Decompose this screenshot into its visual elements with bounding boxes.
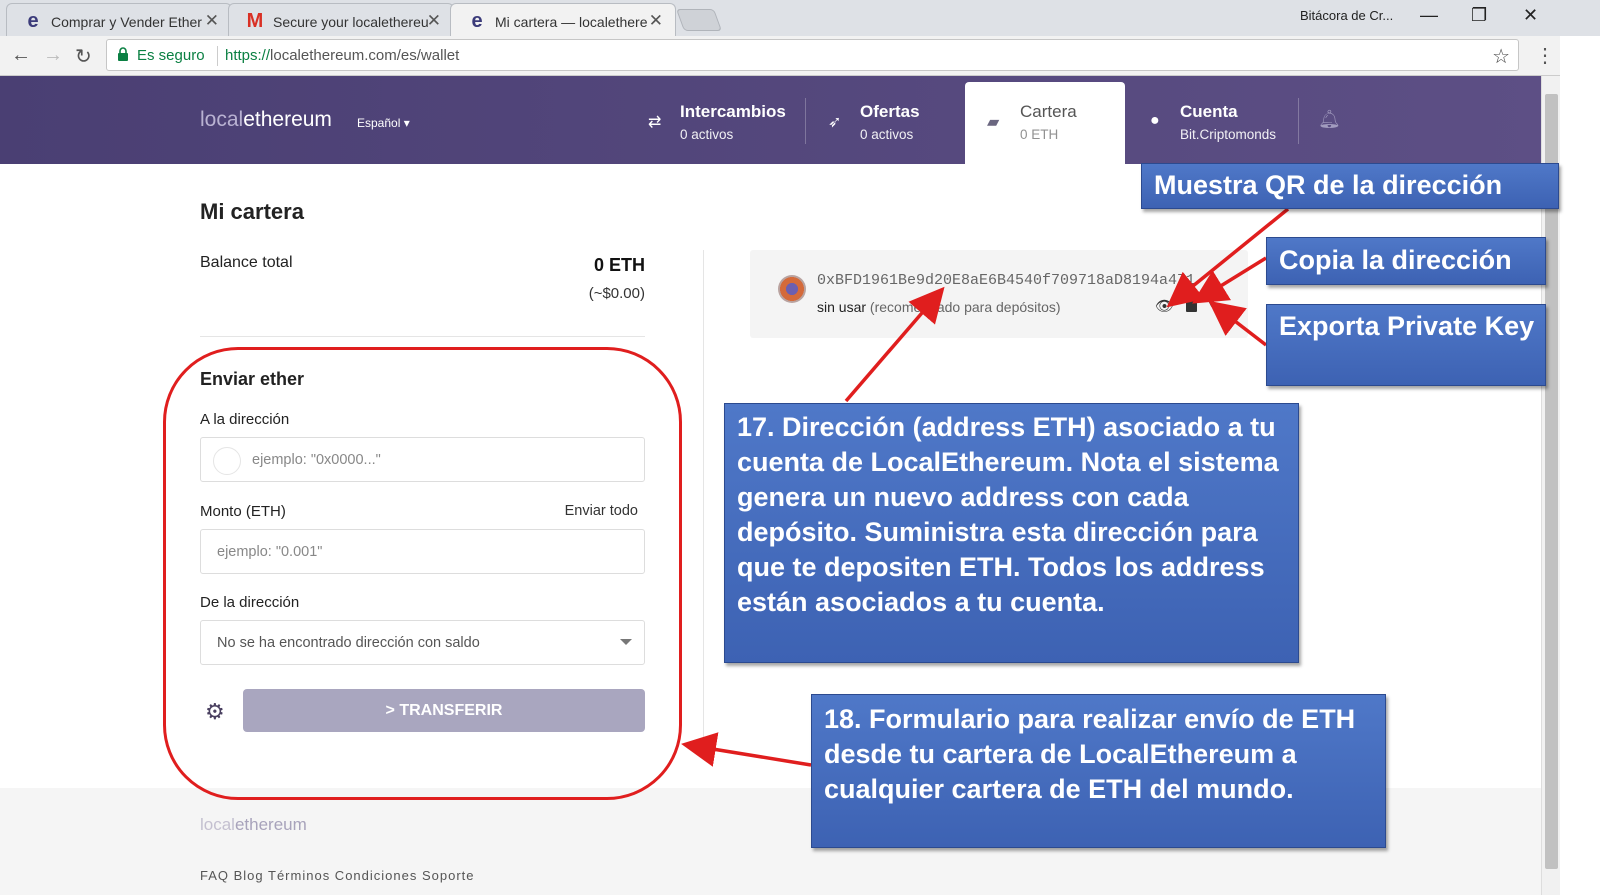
logo-ethereum: ethereum	[243, 108, 332, 131]
omnibox-divider	[217, 46, 218, 66]
profile-name[interactable]: Bitácora de Cr...	[1300, 8, 1393, 23]
footer-logo-local: local	[200, 815, 235, 834]
footer-logo[interactable]: localethereum	[200, 815, 307, 835]
nav-account-title: Cuenta	[1180, 102, 1238, 121]
back-icon[interactable]: ←	[11, 44, 31, 67]
address-identicon	[778, 275, 806, 303]
callout-address-note: 17. Dirección (address ETH) asociado a t…	[724, 403, 1299, 663]
callout-qr: Muestra QR de la dirección	[1141, 163, 1559, 209]
eye-icon[interactable]: 👁︎	[1155, 297, 1174, 315]
account-icon: ●	[1150, 112, 1160, 129]
nav-wallet-sub: 0 ETH	[1020, 127, 1059, 142]
reload-icon[interactable]: ↻	[75, 44, 92, 69]
nav-account-sub: Bit.Criptomonds	[1180, 127, 1277, 142]
address-status-note: (recomendado para depósitos)	[869, 299, 1061, 315]
nav-offers[interactable]: ➶ Ofertas 0 activos	[820, 76, 960, 164]
nav-divider	[805, 98, 806, 144]
trades-icon: ⇄	[648, 114, 662, 131]
tab-title: Mi cartera — localethere	[495, 14, 648, 30]
nav-trades-title: Intercambios	[680, 102, 786, 121]
restore-icon[interactable]: ❐	[1471, 5, 1487, 26]
balance-value: 0 ETH	[593, 255, 645, 275]
language-selector[interactable]: Español ▾	[357, 116, 410, 130]
nav-offers-title: Ofertas	[860, 102, 920, 121]
callout-copy: Copia la dirección	[1266, 237, 1546, 285]
minimize-icon[interactable]: —	[1420, 5, 1438, 26]
tab-mi-cartera[interactable]: e Mi cartera — localethere ✕	[450, 3, 676, 36]
window-edge	[1560, 36, 1600, 895]
star-icon[interactable]: ☆	[1492, 44, 1510, 69]
nav-wallet-title: Cartera	[1020, 102, 1077, 121]
gmail-favicon-icon: M	[246, 10, 264, 32]
tab-close-icon[interactable]: ✕	[649, 11, 663, 31]
offers-icon: ➶	[828, 114, 842, 131]
browser-toolbar: ← → ↻ Es seguro https://localethereum.co…	[0, 36, 1600, 76]
balance-label: Balance total	[200, 254, 293, 271]
url-scheme: https://	[225, 47, 271, 64]
tab-close-icon[interactable]: ✕	[427, 11, 441, 31]
arrow-18	[681, 732, 812, 767]
url-text[interactable]: https://localethereum.com/es/wallet	[225, 47, 459, 64]
site-logo[interactable]: localethereum	[200, 108, 332, 132]
new-tab-button[interactable]	[675, 9, 723, 31]
secure-label: Es seguro	[137, 47, 205, 64]
address-status-value: sin usar	[817, 299, 867, 315]
nav-offers-sub: 0 activos	[860, 127, 914, 142]
wallet-icon: ▰	[987, 114, 1000, 131]
nav-trades-sub: 0 activos	[680, 127, 734, 142]
nav-trades[interactable]: ⇄ Intercambios 0 activos	[640, 76, 805, 164]
chevron-down-icon[interactable]: ▾	[1208, 295, 1215, 311]
localethereum-favicon-icon: e	[471, 10, 483, 32]
browser-menu-icon[interactable]: ⋮	[1535, 43, 1555, 68]
nav-divider	[1298, 98, 1299, 144]
divider	[200, 336, 645, 337]
tab-secure[interactable]: M Secure your localethereu ✕	[228, 3, 454, 36]
logo-local: local	[200, 108, 244, 131]
address-bar[interactable]: Es seguro https://localethereum.com/es/w…	[106, 39, 1519, 71]
callout-export: Exporta Private Key	[1266, 304, 1546, 386]
footer-logo-ethereum: ethereum	[234, 815, 307, 834]
scrollbar-thumb[interactable]	[1545, 94, 1558, 869]
highlight-oval	[163, 347, 682, 800]
tab-title: Comprar y Vender Ether	[51, 14, 202, 30]
localethereum-favicon-icon: e	[27, 10, 39, 32]
tab-comprar[interactable]: e Comprar y Vender Ether ✕	[6, 3, 232, 36]
notifications-button[interactable]: 🔔︎	[1318, 76, 1348, 164]
column-divider	[703, 250, 704, 745]
address-status: sin usar (recomendado para depósitos)	[817, 299, 1061, 315]
url-path: localethereum.com/es/wallet	[270, 47, 460, 64]
tab-title: Secure your localethereu	[273, 14, 429, 30]
wallet-address[interactable]: 0xBFD1961Be9d20E8aE6B4540f709718aD8194a4…	[817, 272, 1195, 289]
footer-links[interactable]: FAQ Blog Términos Condiciones Soporte	[200, 868, 475, 883]
bell-icon: 🔔︎	[1318, 109, 1341, 129]
close-window-icon[interactable]: ✕	[1523, 5, 1538, 26]
balance-usd: (~$0.00)	[588, 285, 645, 302]
browser-tab-strip: e Comprar y Vender Ether ✕ M Secure your…	[0, 0, 1600, 36]
copy-icon[interactable]	[1186, 298, 1197, 312]
site-header: localethereum Español ▾ ⇄ Intercambios 0…	[0, 76, 1541, 164]
wallet-address-card: 0xBFD1961Be9d20E8aE6B4540f709718aD8194a4…	[750, 250, 1248, 338]
callout-form-note: 18. Formulario para realizar envío de ET…	[811, 694, 1386, 848]
forward-icon[interactable]: →	[43, 44, 63, 67]
nav-account[interactable]: ● Cuenta Bit.Criptomonds	[1140, 76, 1295, 164]
nav-wallet[interactable]: ▰ Cartera 0 ETH	[965, 82, 1125, 164]
page-title: Mi cartera	[200, 199, 304, 224]
tab-close-icon[interactable]: ✕	[205, 11, 219, 31]
lock-icon	[118, 47, 128, 61]
